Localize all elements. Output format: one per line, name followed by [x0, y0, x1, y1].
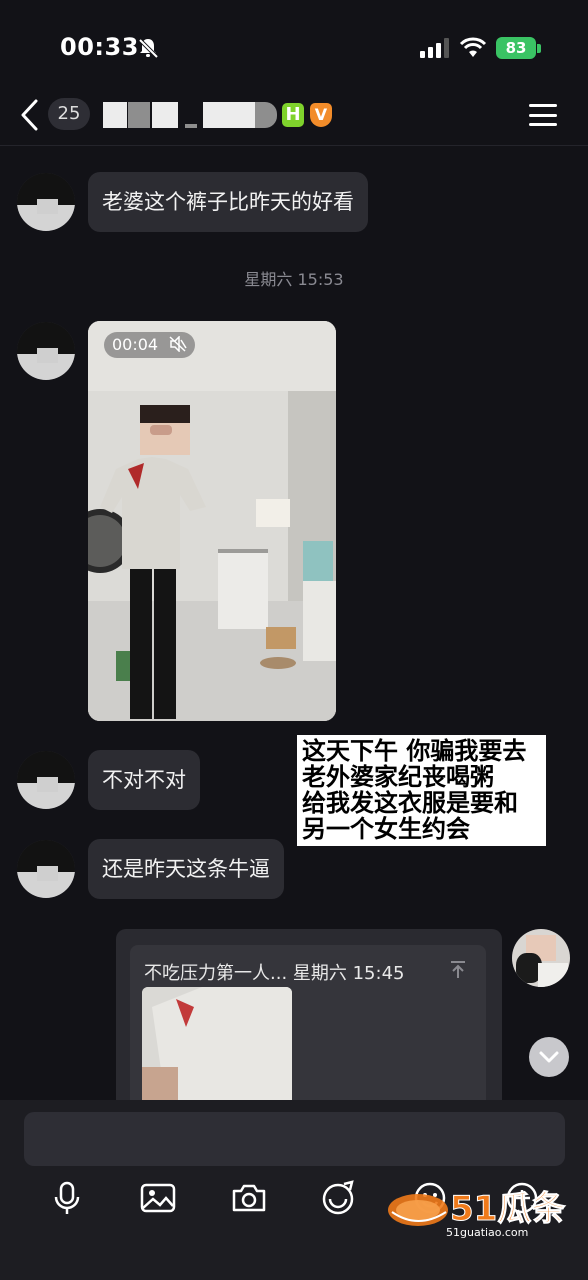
chevron-down-icon: [539, 1051, 559, 1063]
collapse-arrow-icon[interactable]: [450, 961, 466, 979]
contact-avatar[interactable]: [17, 751, 75, 809]
caption-line: 老外婆家纪丧喝粥: [302, 763, 494, 791]
quoted-message-title: 不吃压力第一人... 星期六 15:45: [144, 963, 405, 984]
battery-level: 83: [496, 37, 536, 59]
contact-name-redacted: [152, 102, 178, 128]
contact-name-redacted: [203, 102, 255, 128]
overlay-caption: 这天下午 你骗我要去 老外婆家纪丧喝粥 给我发这衣服是要和 另一个女生约会: [297, 735, 546, 846]
contact-name-redacted: [103, 102, 127, 128]
v-badge-icon: V: [310, 103, 332, 127]
contact-avatar[interactable]: [17, 322, 75, 380]
video-duration-pill: 00:04: [104, 332, 196, 358]
h-badge-icon: H: [282, 103, 304, 127]
contact-name-redacted: [128, 102, 150, 128]
cellular-signal-icon: [420, 38, 449, 58]
menu-icon[interactable]: [529, 104, 557, 126]
forwarded-message-card[interactable]: 不吃压力第一人... 星期六 15:45: [116, 929, 502, 1135]
svg-text:51瓜条: 51瓜条: [450, 1189, 565, 1229]
sticker-icon[interactable]: [318, 1178, 358, 1218]
message-bubble[interactable]: 不对不对: [88, 750, 200, 810]
caption-line: 另一个女生约会: [302, 815, 470, 843]
message-bubble[interactable]: 还是昨天这条牛逼: [88, 839, 284, 899]
contact-name-redacted: [255, 102, 277, 128]
video-message[interactable]: 00:04: [88, 321, 336, 721]
scroll-to-bottom-button[interactable]: [529, 1037, 569, 1077]
bell-off-icon: [138, 38, 159, 59]
my-avatar[interactable]: [512, 929, 570, 987]
video-duration: 00:04: [112, 335, 159, 354]
status-time: 00:33: [60, 33, 139, 61]
caption-line: 给我发这衣服是要和: [302, 789, 518, 817]
message-bubble[interactable]: 老婆这个裤子比昨天的好看: [88, 172, 368, 232]
message-input[interactable]: [24, 1112, 565, 1166]
watermark-logo: 51瓜条 51guatiao.com: [388, 1189, 566, 1239]
image-icon[interactable]: [138, 1178, 178, 1218]
caption-line: 这天下午 你骗我要去: [302, 737, 527, 765]
back-chevron-icon[interactable]: [18, 98, 42, 132]
svg-text:51guatiao.com: 51guatiao.com: [446, 1226, 528, 1239]
message-timestamp: 星期六 15:53: [244, 270, 344, 289]
contact-avatar[interactable]: [17, 840, 75, 898]
microphone-icon[interactable]: [47, 1178, 87, 1218]
unread-count-badge[interactable]: 25: [48, 98, 90, 130]
camera-icon[interactable]: [229, 1178, 269, 1218]
contact-name-redacted: [185, 124, 197, 128]
mute-icon[interactable]: [169, 336, 187, 352]
video-thumbnail: [88, 321, 336, 721]
contact-avatar[interactable]: [17, 173, 75, 231]
wifi-icon: [459, 37, 487, 57]
battery-tip: [537, 44, 541, 53]
chat-header: 25 H V: [0, 90, 588, 146]
status-bar: 00:33 83: [0, 0, 588, 90]
